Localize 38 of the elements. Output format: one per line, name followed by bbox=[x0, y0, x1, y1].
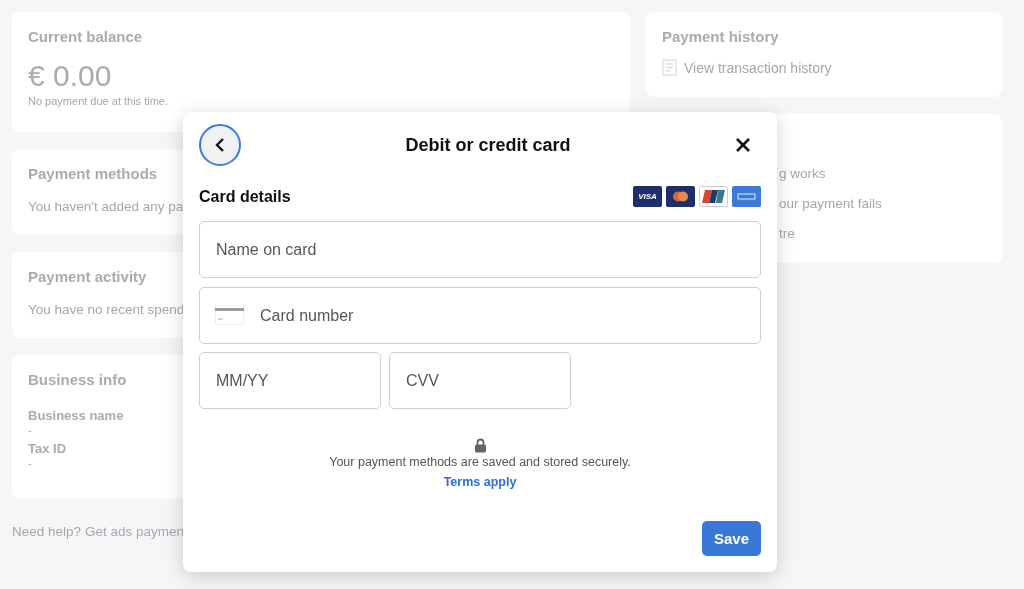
receipt-icon bbox=[662, 59, 677, 76]
section-title: Card details bbox=[199, 187, 291, 206]
name-field[interactable]: Name on card bbox=[199, 221, 761, 278]
card-title: Current balance bbox=[28, 28, 143, 45]
info-link[interactable]: tre bbox=[779, 226, 795, 241]
field-label: Tax ID bbox=[28, 441, 67, 456]
info-link[interactable]: g works bbox=[779, 166, 826, 181]
field-value: - bbox=[28, 423, 32, 437]
card-title: Payment methods bbox=[28, 165, 158, 182]
info-link[interactable]: our payment fails bbox=[779, 196, 882, 211]
help-text: Need help? bbox=[12, 524, 82, 539]
save-button[interactable]: Save bbox=[701, 521, 761, 556]
card-number-field[interactable]: Card number bbox=[199, 287, 761, 344]
expiry-field[interactable]: MM/YY bbox=[199, 352, 381, 409]
security-note: Your payment methods are saved and stored securely. bbox=[329, 455, 631, 469]
lock-icon bbox=[473, 438, 487, 453]
field-label: Business name bbox=[28, 408, 124, 423]
card-icon bbox=[215, 305, 244, 325]
field-value: - bbox=[28, 456, 32, 470]
card-text: You haven't added any pa bbox=[28, 199, 184, 214]
dialog-title: Debit or credit card bbox=[405, 134, 571, 156]
card-title: Payment activity bbox=[28, 268, 147, 285]
close-icon bbox=[735, 137, 751, 153]
back-button[interactable] bbox=[199, 124, 241, 166]
unionpay-logo bbox=[699, 186, 728, 207]
chevron-left-icon bbox=[213, 137, 227, 153]
help-link[interactable]: Get ads paymen bbox=[85, 524, 185, 539]
balance-note: No payment due at this time. bbox=[28, 95, 168, 107]
cvv-field[interactable]: CVV bbox=[389, 352, 571, 409]
amex-logo bbox=[732, 186, 761, 207]
card-title: Payment history bbox=[662, 28, 779, 45]
terms-link[interactable]: Terms apply bbox=[443, 475, 517, 489]
mastercard-logo bbox=[666, 186, 695, 207]
card-title: Business info bbox=[28, 371, 127, 388]
transaction-history-link[interactable]: View transaction history bbox=[662, 59, 832, 76]
balance-amount: € 0.00 bbox=[28, 59, 112, 93]
visa-logo: VISA bbox=[633, 186, 662, 207]
card-text: You have no recent spend bbox=[28, 302, 185, 317]
